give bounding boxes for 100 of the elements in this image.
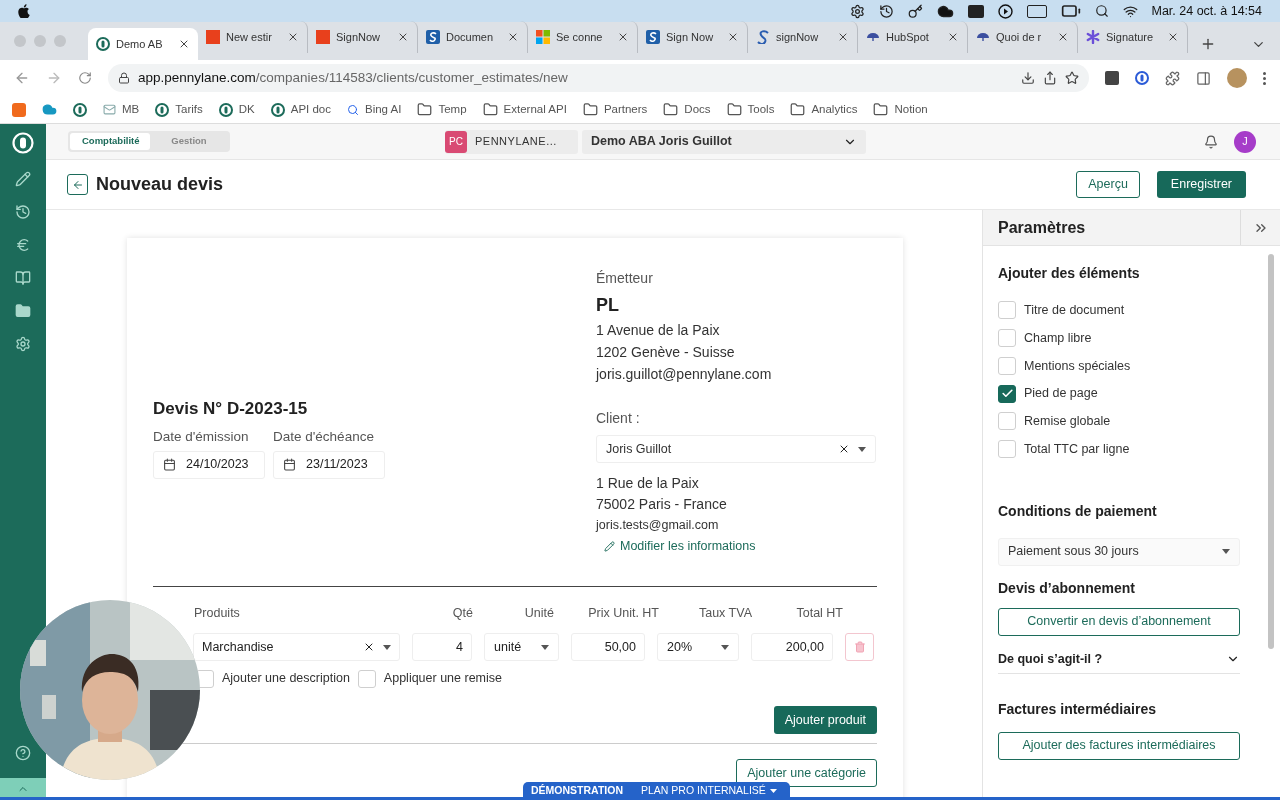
folder-icon[interactable]	[15, 303, 31, 319]
close-icon[interactable]	[1057, 31, 1069, 43]
bookmark[interactable]	[42, 102, 57, 117]
share-icon[interactable]	[1043, 71, 1057, 85]
profile-avatar[interactable]	[1227, 68, 1247, 88]
play-icon[interactable]	[997, 3, 1013, 19]
close-icon[interactable]	[837, 31, 849, 43]
address-field[interactable]: app.pennylane.com/companies/114583/clients/customer_estimates/new	[108, 64, 1089, 92]
close-icon[interactable]	[287, 31, 299, 43]
edit-icon[interactable]	[15, 171, 31, 187]
new-tab-icon[interactable]	[1200, 36, 1216, 52]
reload-icon[interactable]	[78, 71, 92, 85]
bookmark[interactable]: Tools	[726, 100, 775, 119]
help-icon[interactable]	[15, 745, 31, 761]
bookmark[interactable]	[12, 102, 26, 117]
browser-tab[interactable]: Demo AB	[88, 28, 198, 60]
side-panel-icon[interactable]	[1196, 70, 1211, 86]
clock-icon[interactable]	[878, 3, 894, 19]
clear-icon[interactable]	[838, 443, 850, 455]
caret-icon	[769, 789, 777, 793]
gear-icon[interactable]	[849, 3, 865, 19]
close-icon[interactable]	[178, 38, 190, 50]
add-interim-button[interactable]: Ajouter des factures intermédiaires	[998, 731, 1240, 760]
tab-title: Quoi de r	[996, 29, 1043, 45]
browser-tab[interactable]: Se conne	[528, 21, 638, 53]
vpn-icon[interactable]	[1026, 4, 1047, 18]
quantity-field[interactable]: 4	[412, 633, 472, 662]
bookmark[interactable]: Bing AI	[347, 100, 402, 119]
bookmark-star-icon[interactable]	[1065, 71, 1079, 85]
browser-tab[interactable]: signNow	[748, 21, 858, 53]
bookmark[interactable]: DK	[218, 100, 255, 119]
close-icon[interactable]	[617, 31, 629, 43]
client-select[interactable]: Joris Guillot	[596, 435, 876, 463]
unit-select[interactable]: unité	[484, 633, 559, 662]
price-field[interactable]: 50,00	[571, 633, 645, 662]
add-product-button[interactable]: Ajouter produit	[773, 706, 877, 734]
browser-tab[interactable]: HubSpot	[858, 21, 968, 53]
back-button[interactable]	[67, 174, 88, 195]
browser-tab[interactable]: New estir	[198, 21, 308, 53]
user-avatar[interactable]: J	[1234, 130, 1256, 153]
edit-info-link[interactable]: Modifier les informations	[604, 537, 877, 556]
url: app.pennylane.com/companies/114583/clients/customer_estimates/new	[138, 68, 568, 87]
scrollbar[interactable]	[1268, 254, 1274, 649]
option-label: Pied de page	[1024, 385, 1098, 403]
bookmark[interactable]: Analytics	[790, 100, 858, 119]
close-icon[interactable]	[507, 31, 519, 43]
date-field[interactable]: 24/10/2023	[153, 450, 265, 479]
bookmark[interactable]: API doc	[270, 100, 331, 119]
euro-icon[interactable]	[15, 237, 31, 253]
extensions-icon[interactable]	[1165, 70, 1180, 86]
asterisk-icon	[1086, 30, 1100, 44]
browser-tab[interactable]: Quoi de r	[968, 21, 1078, 53]
history-icon[interactable]	[15, 204, 31, 220]
browser-tab[interactable]: Sign Now	[638, 21, 748, 53]
bookmark[interactable]	[73, 102, 87, 117]
control-center-icon[interactable]	[1122, 3, 1138, 19]
collapse-button[interactable]	[0, 778, 46, 800]
bookmark[interactable]: MB	[103, 100, 140, 119]
bookmark[interactable]: Temp	[417, 100, 467, 119]
bookmark[interactable]: Notion	[873, 100, 928, 119]
payment-select[interactable]: Paiement sous 30 jours	[998, 537, 1240, 566]
mode-tab[interactable]: Comptabilité	[70, 133, 150, 150]
bookmark[interactable]: Docs	[663, 100, 711, 119]
column-header: Unité	[523, 604, 555, 622]
vat-select[interactable]: 20%	[657, 633, 739, 662]
account-select[interactable]: Demo ABA Joris Guillot	[582, 129, 866, 154]
logo-icon[interactable]	[12, 132, 34, 154]
convert-button[interactable]: Convertir en devis d’abonnement	[998, 607, 1240, 636]
more-icon[interactable]	[1263, 71, 1266, 85]
total-field[interactable]: 200,00	[751, 633, 833, 662]
app-icon	[12, 102, 26, 117]
company-selector[interactable]: PC PENNYLANE...	[445, 129, 578, 154]
checkbox[interactable]	[998, 384, 1016, 403]
briefcase-icon[interactable]	[967, 4, 984, 18]
browser-tab[interactable]: Documen	[418, 21, 528, 53]
tab-title: Signature	[1106, 29, 1155, 45]
browser-tab[interactable]: SignNow	[308, 21, 418, 53]
bookmark[interactable]: Tarifs	[155, 100, 203, 119]
close-icon[interactable]	[947, 31, 959, 43]
bookmark[interactable]: Partners	[582, 100, 648, 119]
settings-icon[interactable]	[15, 336, 31, 352]
folder-icon	[417, 102, 433, 117]
close-icon[interactable]	[727, 31, 739, 43]
product-select[interactable]: Marchandise	[193, 633, 400, 662]
faq-toggle[interactable]: De quoi s’agit-il ?	[998, 649, 1240, 674]
browser-tab[interactable]: Signature	[1078, 21, 1188, 53]
close-icon[interactable]	[1167, 31, 1179, 43]
folder-icon	[582, 102, 598, 117]
date-field[interactable]: 23/11/2023	[273, 450, 385, 479]
back-icon[interactable]	[14, 70, 30, 86]
bookmark[interactable]: External API	[482, 100, 567, 119]
close-icon[interactable]	[397, 31, 409, 43]
install-icon[interactable]	[1021, 71, 1035, 85]
notification-icon[interactable]	[1204, 134, 1218, 149]
preview-button[interactable]: Aperçu	[1076, 171, 1140, 198]
save-button[interactable]: Enregistrer	[1156, 171, 1246, 198]
book-icon[interactable]	[15, 270, 31, 286]
key-icon[interactable]	[907, 3, 923, 19]
search-icon[interactable]	[1094, 4, 1109, 18]
option-label: Ajouter une description	[222, 670, 350, 688]
